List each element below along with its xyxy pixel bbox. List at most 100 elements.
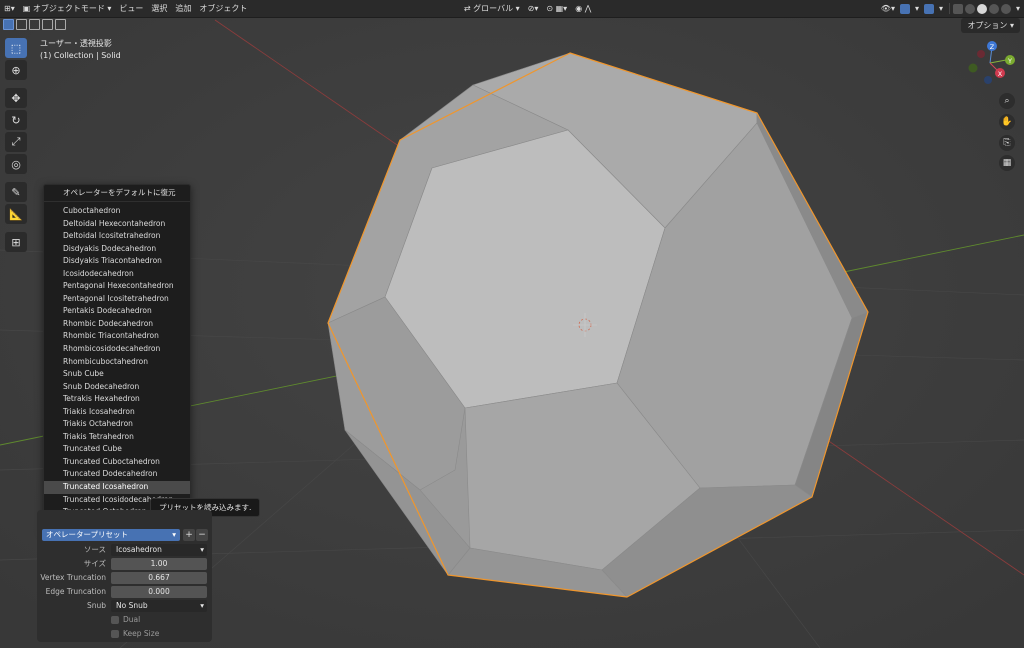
gizmo-x-label: X xyxy=(998,70,1003,78)
remove-preset-button[interactable]: − xyxy=(196,529,208,541)
size-row: サイズ 1.00 xyxy=(37,558,212,570)
preset-item[interactable]: Pentakis Dodecahedron xyxy=(44,305,190,318)
perspective-toggle-icon[interactable]: ▦ xyxy=(999,155,1015,171)
preset-item[interactable]: Triakis Tetrahedron xyxy=(44,431,190,444)
options-dropdown[interactable]: オプション ▾ xyxy=(961,18,1020,33)
gizmo-neg-y-dot[interactable] xyxy=(968,63,978,73)
select-box-tool-icon[interactable]: ⬚ xyxy=(5,38,27,58)
measure-tool-icon[interactable]: 📐 xyxy=(5,204,27,224)
edge-truncation-field[interactable]: 0.000 xyxy=(111,586,207,598)
move-tool-icon[interactable]: ✥ xyxy=(5,88,27,108)
preset-item[interactable]: Deltoidal Icositetrahedron xyxy=(44,230,190,243)
transform-tool-icon[interactable]: ◎ xyxy=(5,154,27,174)
menu-select[interactable]: 選択 xyxy=(147,0,171,17)
gizmo-dropdown-icon[interactable]: ▾ xyxy=(911,0,923,17)
snap-icon[interactable]: ⊙ ▦▾ xyxy=(542,0,571,17)
transform-orientation-selector[interactable]: ⇄ グローバル ▾ xyxy=(460,0,524,17)
preset-item[interactable]: Pentagonal Icositetrahedron xyxy=(44,293,190,306)
preset-item[interactable]: Disdyakis Dodecahedron xyxy=(44,243,190,256)
keep-size-label: Keep Size xyxy=(123,629,160,638)
source-row: ソース Icosahedron ▾ xyxy=(37,544,212,556)
select-extend-icon[interactable] xyxy=(16,18,27,30)
pan-hand-icon[interactable]: ✋ xyxy=(999,114,1015,130)
collection-info: (1) Collection | Solid xyxy=(40,51,121,60)
viewport-header: ⊞▾ ▣ オブジェクトモード ▾ ビュー 選択 追加 オブジェクト ⇄ グローバ… xyxy=(0,0,1024,18)
preset-item[interactable]: Rhombic Dodecahedron xyxy=(44,318,190,331)
overlay-dropdown-icon[interactable]: ▾ xyxy=(935,0,947,17)
snub-select[interactable]: No Snub ▾ xyxy=(111,600,207,612)
operator-preset-selector[interactable]: オペレータープリセット ▾ xyxy=(42,529,180,541)
menu-add[interactable]: 追加 xyxy=(171,0,195,17)
dual-checkbox[interactable]: Dual xyxy=(111,614,140,626)
preset-item[interactable]: Rhombic Triacontahedron xyxy=(44,330,190,343)
annotate-tool-icon[interactable]: ✎ xyxy=(5,182,27,202)
preset-item[interactable]: Pentagonal Hexecontahedron xyxy=(44,280,190,293)
size-label: サイズ xyxy=(83,559,106,568)
add-preset-button[interactable]: + xyxy=(183,529,195,541)
shading-dropdown-icon[interactable]: ▾ xyxy=(1012,0,1024,17)
preset-item[interactable]: Truncated Icosahedron xyxy=(44,481,190,494)
cursor-tool-icon[interactable]: ⊕ xyxy=(5,60,27,80)
select-invert-icon[interactable] xyxy=(42,18,53,30)
preset-item[interactable]: Truncated Dodecahedron xyxy=(44,468,190,481)
mode-selector[interactable]: ▣ オブジェクトモード ▾ xyxy=(19,0,116,17)
viewport-info: ユーザー・透視投影 (1) Collection | Solid xyxy=(40,38,121,62)
source-label: ソース xyxy=(83,545,106,554)
preset-item[interactable]: Disdyakis Triacontahedron xyxy=(44,255,190,268)
size-field[interactable]: 1.00 xyxy=(111,558,207,570)
mode-label: オブジェクトモード xyxy=(32,4,105,13)
shading-rendered-icon[interactable] xyxy=(1000,3,1011,14)
zoom-icon[interactable]: ⌕ xyxy=(999,93,1015,109)
preset-item[interactable]: Triakis Octahedron xyxy=(44,418,190,431)
preset-item[interactable]: Rhombicuboctahedron xyxy=(44,356,190,369)
checkbox-icon xyxy=(111,616,119,624)
preset-item[interactable]: Triakis Icosahedron xyxy=(44,406,190,419)
shading-material-icon[interactable] xyxy=(988,3,999,14)
preset-item[interactable]: Truncated Cuboctahedron xyxy=(44,456,190,469)
chevron-down-icon: ▾ xyxy=(200,601,204,610)
editor-type-icon[interactable]: ⊞▾ xyxy=(0,0,19,17)
preset-item[interactable]: Snub Dodecahedron xyxy=(44,381,190,394)
chevron-down-icon: ▾ xyxy=(200,545,204,554)
source-select[interactable]: Icosahedron ▾ xyxy=(111,544,207,556)
restore-defaults-item[interactable]: オペレーターをデフォルトに復元 xyxy=(44,185,190,202)
preset-item[interactable]: Tetrakis Hexahedron xyxy=(44,393,190,406)
menu-object[interactable]: オブジェクト xyxy=(195,0,251,17)
preset-item[interactable]: Snub Cube xyxy=(44,368,190,381)
dual-label: Dual xyxy=(123,615,141,624)
snub-value: No Snub xyxy=(116,601,148,610)
rotate-tool-icon[interactable]: ↻ xyxy=(5,110,27,130)
select-subtract-icon[interactable] xyxy=(29,18,40,30)
transform-orientation-label: グローバル xyxy=(473,4,514,13)
vertex-truncation-row: Vertex Truncation 0.667 xyxy=(37,572,212,584)
menu-view[interactable]: ビュー xyxy=(115,0,147,17)
keep-size-checkbox[interactable]: Keep Size xyxy=(111,628,159,640)
keep-size-row: Keep Size xyxy=(37,628,212,640)
gizmo-neg-z-dot[interactable] xyxy=(984,76,992,84)
xray-toggle-icon[interactable] xyxy=(952,3,963,14)
gizmo-neg-x-dot[interactable] xyxy=(977,50,985,58)
preset-label: オペレータープリセット xyxy=(46,530,129,539)
scale-tool-icon[interactable]: ⤢ xyxy=(5,132,27,152)
selection-mode-buttons xyxy=(3,18,66,30)
proportional-editing-icon[interactable]: ◉ ⋀ xyxy=(571,0,595,17)
snub-label: Snub xyxy=(86,601,106,610)
pivot-point-icon[interactable]: ⊘▾ xyxy=(524,0,543,17)
shading-wireframe-icon[interactable] xyxy=(964,3,975,14)
camera-view-icon[interactable]: ⎘ xyxy=(999,135,1015,151)
gizmo-toggle-icon[interactable] xyxy=(899,3,910,14)
vertex-truncation-field[interactable]: 0.667 xyxy=(111,572,207,584)
select-intersect-icon[interactable] xyxy=(55,18,66,30)
preset-item[interactable]: Cuboctahedron xyxy=(44,205,190,218)
select-new-icon[interactable] xyxy=(3,18,14,30)
edge-truncation-row: Edge Truncation 0.000 xyxy=(37,586,212,598)
visibility-icon[interactable]: 👁▾ xyxy=(877,0,899,17)
preset-item[interactable]: Icosidodecahedron xyxy=(44,268,190,281)
preset-item[interactable]: Rhombicosidodecahedron xyxy=(44,343,190,356)
overlay-toggle-icon[interactable] xyxy=(923,3,934,14)
shading-solid-icon[interactable] xyxy=(976,3,987,14)
preset-item[interactable]: Deltoidal Hexecontahedron xyxy=(44,218,190,231)
preset-item[interactable]: Truncated Cube xyxy=(44,443,190,456)
view-name: ユーザー・透視投影 xyxy=(40,39,112,48)
add-cube-tool-icon[interactable]: ⊞ xyxy=(5,232,27,252)
